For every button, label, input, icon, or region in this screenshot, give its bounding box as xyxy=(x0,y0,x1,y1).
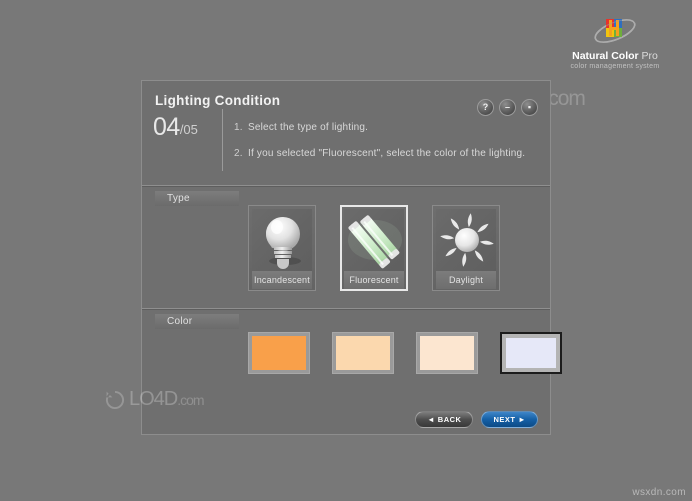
next-button-label: NEXT xyxy=(493,415,516,424)
color-squares-planet-logo-icon xyxy=(592,14,638,48)
swatch-fill xyxy=(420,336,474,370)
swatch-warm-orange[interactable] xyxy=(248,332,310,374)
navigation-buttons: ◄ BACK NEXT ► xyxy=(415,411,538,428)
type-section-label: Type xyxy=(155,191,239,206)
type-option-daylight[interactable]: Daylight xyxy=(432,205,500,291)
brand-name: Natural Color Pro xyxy=(550,50,680,62)
next-button[interactable]: NEXT ► xyxy=(481,411,538,428)
brand-logo: Natural Color Pro color management syste… xyxy=(550,14,680,71)
type-option-incandescent[interactable]: Incandescent xyxy=(248,205,316,291)
help-button[interactable]: ? xyxy=(477,99,494,116)
instruction-item: 2. If you selected "Fluorescent", select … xyxy=(234,147,542,160)
step-divider xyxy=(222,109,223,171)
brand-name-bold: Natural Color xyxy=(572,50,639,62)
close-button[interactable]: ▪ xyxy=(521,99,538,116)
corner-url: wsxdn.com xyxy=(632,487,686,498)
right-arrow-icon: ► xyxy=(518,415,526,424)
instruction-text: Select the type of lighting. xyxy=(248,122,369,133)
type-option-list: Incandescent Fluorescent Daylight xyxy=(248,205,500,291)
instruction-number: 1. xyxy=(234,122,243,133)
panel-header: Lighting Condition 04/05 1. Select the ty… xyxy=(142,81,550,185)
swatch-pale-peach[interactable] xyxy=(416,332,478,374)
swatch-fill xyxy=(336,336,390,370)
minimize-icon: – xyxy=(504,102,510,112)
wizard-panel: Lighting Condition 04/05 1. Select the ty… xyxy=(141,80,562,438)
window-controls: ? – ▪ xyxy=(477,99,538,116)
swatch-cool-white[interactable] xyxy=(500,332,562,374)
step-total: /05 xyxy=(179,122,198,137)
step-indicator: 04/05 xyxy=(153,113,198,142)
left-arrow-icon: ◄ xyxy=(427,415,436,424)
type-section: Type Incandescent Fluorescent Daylight xyxy=(142,187,550,308)
color-section-label: Color xyxy=(155,314,239,329)
color-section: Color ◄ BACK NEXT ► xyxy=(142,310,562,438)
instruction-text: If you selected "Fluorescent", select th… xyxy=(248,148,526,159)
type-option-label: Fluorescent xyxy=(344,271,404,289)
type-option-fluorescent[interactable]: Fluorescent xyxy=(340,205,408,291)
swatch-fill xyxy=(506,338,556,368)
type-option-label: Incandescent xyxy=(252,271,312,289)
brand-name-light: Pro xyxy=(641,50,658,62)
sun-icon xyxy=(436,209,496,271)
question-mark-icon: ? xyxy=(482,102,489,112)
type-option-label: Daylight xyxy=(436,271,496,289)
back-button-label: BACK xyxy=(437,415,462,424)
brand-subtitle: color management system xyxy=(570,63,660,70)
fluorescent-tube-icon xyxy=(344,209,404,271)
instruction-number: 2. xyxy=(234,148,243,159)
color-swatch-list xyxy=(248,332,562,374)
minimize-button[interactable]: – xyxy=(499,99,516,116)
swatch-light-peach[interactable] xyxy=(332,332,394,374)
step-current: 04 xyxy=(153,113,180,141)
instruction-item: 1. Select the type of lighting. xyxy=(234,121,542,134)
lock-icon: ▪ xyxy=(527,102,532,112)
swatch-fill xyxy=(252,336,306,370)
back-button[interactable]: ◄ BACK xyxy=(415,411,474,428)
lightbulb-icon xyxy=(252,209,312,271)
instruction-list: 1. Select the type of lighting. 2. If you … xyxy=(234,121,542,173)
watermark-circular-arrow-icon xyxy=(104,389,126,411)
